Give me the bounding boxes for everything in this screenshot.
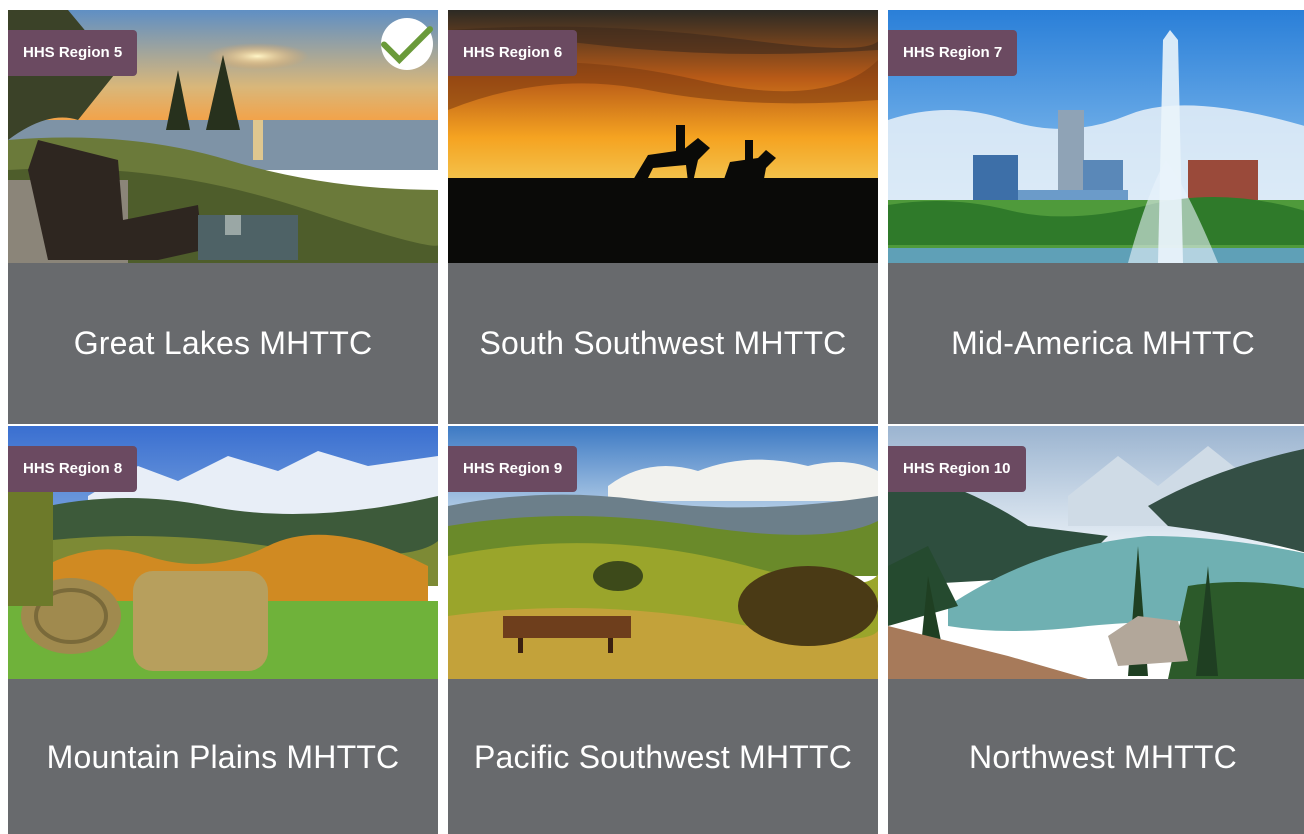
region-card-grid: HHS Region 5 Great Lakes MHTTC HHS Regio… [8,10,1304,834]
region-card-south-southwest[interactable]: HHS Region 6 South Southwest MHTTC [448,10,878,424]
region-badge: HHS Region 9 [448,446,578,492]
region-photo-mountain-plains: HHS Region 8 [8,426,438,679]
region-card-mountain-plains[interactable]: HHS Region 8 Mountain Plains MHTTC [8,426,438,834]
region-photo-great-lakes: HHS Region 5 [8,10,438,263]
region-badge: HHS Region 5 [8,30,138,76]
region-title: Mountain Plains MHTTC [8,679,438,834]
region-card-pacific-southwest[interactable]: HHS Region 9 Pacific Southwest MHTTC [448,426,878,834]
region-badge: HHS Region 10 [888,446,1026,492]
region-badge: HHS Region 8 [8,446,138,492]
region-card-mid-america[interactable]: HHS Region 7 Mid-America MHTTC [888,10,1304,424]
region-photo-northwest: HHS Region 10 [888,426,1304,679]
region-badge: HHS Region 6 [448,30,578,76]
region-card-northwest[interactable]: HHS Region 10 Northwest MHTTC [888,426,1304,834]
region-card-great-lakes[interactable]: HHS Region 5 Great Lakes MHTTC [8,10,438,424]
checkmark-icon [381,18,433,70]
region-badge: HHS Region 7 [888,30,1018,76]
region-title: South Southwest MHTTC [448,263,878,424]
region-title: Northwest MHTTC [888,679,1304,834]
region-title: Mid-America MHTTC [888,263,1304,424]
region-title: Great Lakes MHTTC [8,263,438,424]
region-photo-south-southwest: HHS Region 6 [448,10,878,263]
region-title: Pacific Southwest MHTTC [448,679,878,834]
region-photo-pacific-southwest: HHS Region 9 [448,426,878,679]
region-photo-mid-america: HHS Region 7 [888,10,1304,263]
